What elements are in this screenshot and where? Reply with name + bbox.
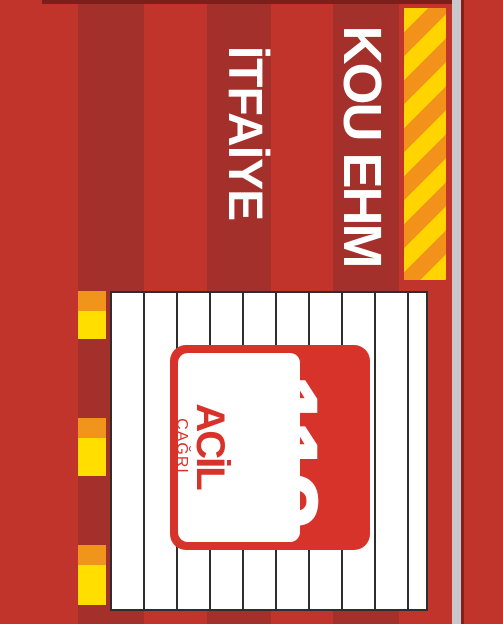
emergency-label: ACİL (188, 403, 232, 489)
reflector-tile (78, 418, 106, 438)
reflector-tile (78, 565, 106, 605)
side-rail-shadow (461, 0, 464, 624)
hazard-stripe-panel (404, 8, 446, 280)
department-text: İTFAİYE (218, 45, 271, 221)
emergency-sublabel: ÇAĞRI (173, 418, 190, 474)
side-rail (452, 0, 461, 624)
emergency-number: 112 (220, 372, 341, 524)
reflector-tile (78, 545, 106, 565)
reflector-tile (78, 291, 106, 311)
unit-name-text: KOU EHM (332, 25, 392, 267)
top-edge (42, 0, 452, 4)
emergency-112-logo: 112 ACİL ÇAĞRI (170, 345, 370, 550)
reflector-tile (78, 311, 106, 339)
reflector-tile (78, 438, 106, 476)
